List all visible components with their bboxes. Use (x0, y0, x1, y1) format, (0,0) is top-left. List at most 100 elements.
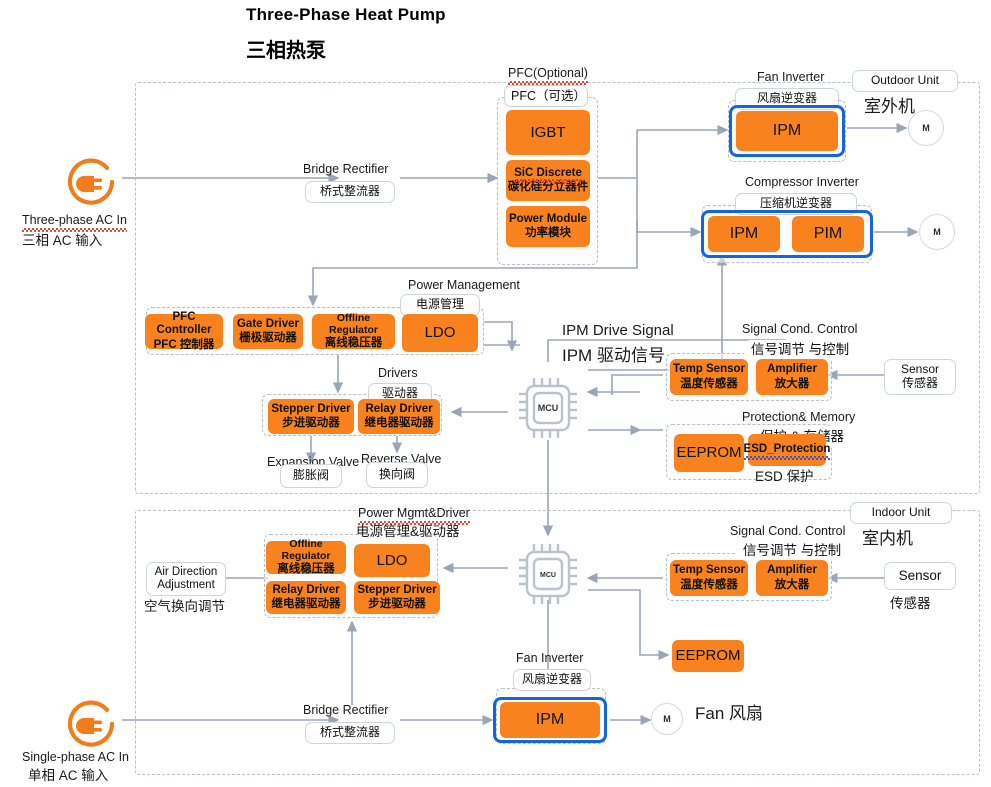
chip-power-module-en: Power Module (509, 212, 587, 225)
chip-temp-sensor-indoor-cn: 温度传感器 (680, 578, 738, 591)
chip-ldo-indoor[interactable]: LDO (354, 544, 430, 577)
chip-amplifier-indoor-cn: 放大器 (774, 578, 810, 591)
chip-relay-driver-outdoor-cn: 继电器驱动器 (364, 417, 434, 429)
chip-ipm-compressor[interactable]: IPM (708, 216, 780, 252)
chip-amplifier-indoor[interactable]: Amplifier 放大器 (756, 560, 828, 596)
chip-pfc-controller[interactable]: PFC Controller PFC 控制器 (145, 311, 223, 351)
chip-amplifier-outdoor-cn: 放大器 (774, 377, 810, 390)
chip-eeprom-outdoor-label: EEPROM (676, 444, 742, 462)
signal-cond-title-en-outdoor: Signal Cond. Control (742, 322, 858, 336)
chip-relay-driver-outdoor[interactable]: Relay Driver 继电器驱动器 (358, 399, 440, 434)
chip-offline-regulator-indoor[interactable]: Offline Regulator 离线稳压器 (266, 538, 346, 575)
page-title-en: Three-Phase Heat Pump (246, 5, 446, 24)
page-title-cn: 三相热泵 (246, 40, 326, 62)
chip-power-module-cn: 功率模块 (525, 227, 571, 239)
protection-memory-title-en: Protection& Memory (742, 410, 856, 424)
chip-ipm-fan-indoor-label: IPM (535, 710, 565, 728)
sensor-label-cn-indoor: 传感器 (890, 596, 931, 611)
compressor-motor: M (919, 214, 955, 250)
chip-ldo-indoor-label: LDO (376, 551, 408, 569)
chip-offline-regulator-indoor-en: Offline Regulator (281, 538, 331, 563)
single-phase-ac-in-label-en: Single-phase AC In (22, 750, 130, 764)
svg-text:MCU: MCU (540, 572, 556, 579)
chip-pim-compressor[interactable]: PIM (792, 216, 864, 252)
air-direction-label-en1: Air Direction (154, 565, 218, 578)
chip-ipm-fan-outdoor-label: IPM (772, 121, 802, 139)
chip-stepper-driver-indoor-cn: 步进驱动器 (368, 598, 426, 610)
chip-sic-discrete[interactable]: SiC Discrete 碳化硅分立器件 (506, 160, 590, 201)
chip-pfc-controller-cn: PFC 控制器 (153, 338, 215, 351)
chip-esd-protection-en: ESD_Protection (743, 443, 831, 460)
chip-relay-driver-indoor[interactable]: Relay Driver 继电器驱动器 (266, 581, 346, 614)
chip-stepper-driver-outdoor[interactable]: Stepper Driver 步进驱动器 (268, 399, 354, 434)
power-mgmt-driver-title-cn: 电源管理&驱动器 (356, 524, 460, 539)
chip-amplifier-indoor-en: Amplifier (767, 564, 817, 577)
fan-motor-outdoor: M (908, 110, 944, 146)
single-phase-ac-in-label-cn: 单相 AC 输入 (28, 768, 109, 783)
ipm-drive-signal-cn: IPM 驱动信号 (562, 346, 665, 365)
chip-ldo-outdoor-label: LDO (424, 324, 456, 342)
bridge-rectifier-label-en: Bridge Rectifier (303, 162, 389, 176)
sensor-box-outdoor: Sensor 传感器 (884, 359, 956, 395)
air-direction-label-en2: Adjustment (157, 579, 215, 591)
chip-offline-regulator-cn: 离线稳压器 (324, 337, 383, 350)
chip-stepper-driver-outdoor-cn: 步进驱动器 (282, 417, 340, 429)
ac-plug-icon (62, 155, 120, 218)
air-direction-label-cn: 空气换向调节 (144, 599, 225, 614)
sensor-label-en-outdoor: Sensor (900, 362, 940, 377)
expansion-valve-label-cn: 膨胀阀 (280, 464, 342, 488)
chip-temp-sensor-indoor[interactable]: Temp Sensor 温度传感器 (670, 560, 748, 596)
chip-relay-driver-indoor-cn: 继电器驱动器 (271, 598, 341, 610)
fan-inverter-title-en-indoor: Fan Inverter (516, 651, 584, 665)
ipm-drive-signal-en: IPM Drive Signal (562, 322, 674, 339)
chip-amplifier-outdoor[interactable]: Amplifier 放大器 (756, 359, 828, 395)
chip-relay-driver-indoor-en: Relay Driver (272, 583, 340, 596)
chip-pim-compressor-label: PIM (813, 224, 843, 242)
fan-inverter-title-cn-indoor: 风扇逆变器 (513, 669, 591, 691)
reverse-valve-label-cn: 换向阀 (366, 462, 428, 488)
bridge-rectifier-label-cn-indoor: 桥式整流器 (305, 722, 395, 744)
indoor-unit-label-en: Indoor Unit (850, 502, 952, 524)
chip-esd-protection-cn: ESD 保护 (755, 469, 814, 484)
chip-ldo-outdoor[interactable]: LDO (402, 314, 478, 352)
signal-cond-title-cn-outdoor: 信号调节 与控制 (744, 340, 856, 360)
chip-temp-sensor-indoor-en: Temp Sensor (673, 564, 745, 577)
chip-pfc-controller-en: PFC Controller (156, 311, 212, 337)
chip-igbt-en: IGBT (530, 123, 566, 141)
chip-amplifier-outdoor-en: Amplifier (767, 363, 817, 376)
chip-esd-protection[interactable]: ESD_Protection (743, 434, 830, 466)
chip-stepper-driver-indoor[interactable]: Stepper Driver 步进驱动器 (354, 581, 440, 614)
outdoor-unit-label-cn: 室外机 (864, 97, 915, 116)
pfc-title-en: PFC(Optional) (508, 66, 588, 85)
chip-stepper-driver-outdoor-en: Stepper Driver (271, 402, 351, 415)
chip-temp-sensor-outdoor-en: Temp Sensor (673, 363, 745, 376)
chip-power-module[interactable]: Power Module 功率模块 (506, 206, 590, 247)
fan-label-indoor: Fan 风扇 (695, 704, 764, 723)
chip-eeprom-indoor[interactable]: EEPROM (672, 640, 744, 672)
chip-ipm-fan-outdoor[interactable]: IPM (736, 111, 838, 151)
sensor-box-indoor: Sensor (884, 562, 956, 590)
power-mgmt-driver-title-en: Power Mgmt&Driver (358, 506, 470, 525)
sensor-label-cn-outdoor: 传感器 (901, 376, 938, 390)
chip-ipm-compressor-label: IPM (729, 224, 759, 242)
chip-offline-regulator[interactable]: Offline Regulator 离线稳压器 (312, 312, 395, 350)
chip-offline-regulator-en: Offline Regulator (328, 312, 378, 337)
chip-eeprom-indoor-label: EEPROM (675, 647, 741, 665)
chip-gate-driver[interactable]: Gate Driver 栅极驱动器 (233, 314, 303, 349)
mcu-indoor[interactable]: MCU (510, 538, 586, 615)
fan-inverter-title-en: Fan Inverter (757, 70, 825, 84)
pfc-title-cn: PFC（可选） (504, 85, 588, 107)
indoor-unit-label-cn: 室内机 (862, 529, 913, 548)
svg-text:MCU: MCU (538, 403, 559, 413)
chip-temp-sensor-outdoor-cn: 温度传感器 (680, 377, 738, 390)
chip-relay-driver-outdoor-en: Relay Driver (365, 402, 433, 415)
air-direction-adjustment-box: Air Direction Adjustment (146, 562, 226, 596)
chip-igbt[interactable]: IGBT (506, 110, 590, 155)
chip-gate-driver-en: Gate Driver (236, 317, 299, 330)
chip-gate-driver-cn: 栅极驱动器 (239, 332, 297, 344)
three-phase-ac-in-label-cn: 三相 AC 输入 (22, 233, 103, 248)
chip-eeprom-outdoor[interactable]: EEPROM (674, 434, 744, 472)
chip-temp-sensor-outdoor[interactable]: Temp Sensor 温度传感器 (670, 359, 748, 395)
mcu-outdoor[interactable]: MCU (510, 372, 586, 449)
chip-ipm-fan-indoor[interactable]: IPM (500, 702, 600, 738)
